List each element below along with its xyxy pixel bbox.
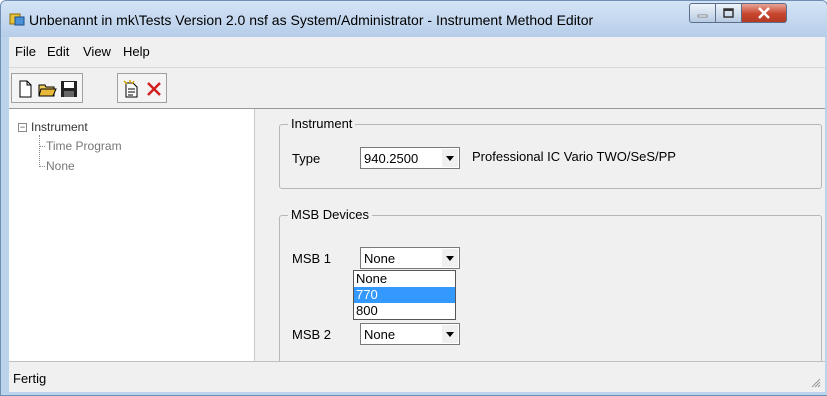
msb1-dropdown-list: None 770 800 [353,270,456,320]
method-tree: − Instrument Time Program None [9,109,255,362]
type-label: Type [292,151,321,166]
tree-connector [39,166,45,167]
chevron-down-icon[interactable] [442,249,458,267]
resize-grip-icon[interactable] [809,376,821,388]
msb2-select[interactable]: None [360,323,460,345]
msb2-label: MSB 2 [292,327,332,342]
instrument-group-title: Instrument [288,116,356,131]
save-icon[interactable] [59,79,79,99]
toolbar-group-edit [117,73,167,103]
minimize-icon [697,14,708,18]
tree-node-none[interactable]: None [46,159,75,173]
close-icon [758,7,770,19]
toolbar-group-file [11,73,83,103]
msb2-select-value: None [364,327,396,342]
settings-panel: Instrument Type 940.2500 Professional IC… [255,109,825,365]
maximize-icon [723,8,734,18]
msb1-select-value: None [364,251,396,266]
tree-connector [39,135,40,167]
toolbar [9,67,825,108]
app-icon [9,13,25,26]
title-bar[interactable]: Unbenannt in mk\Tests Version 2.0 nsf as… [1,1,827,37]
tree-connector [39,146,45,147]
collapse-icon[interactable]: − [18,123,27,132]
msb-group-title: MSB Devices [288,207,373,222]
menu-view[interactable]: View [83,44,111,59]
chevron-down-icon[interactable] [442,325,458,343]
dropdown-option-770[interactable]: 770 [354,287,455,303]
menu-bar: File Edit View Help [9,37,825,67]
dropdown-option-800[interactable]: 800 [354,303,455,319]
close-button[interactable] [741,3,787,23]
menu-edit[interactable]: Edit [47,44,69,59]
status-bar: Fertig [9,361,825,392]
app-window: Unbenannt in mk\Tests Version 2.0 nsf as… [0,0,827,396]
new-document-icon[interactable] [15,79,35,99]
window-title: Unbenannt in mk\Tests Version 2.0 nsf as… [29,12,594,28]
copy-document-icon[interactable] [121,79,141,99]
status-text: Fertig [13,371,47,386]
tree-node-instrument[interactable]: Instrument [31,120,88,134]
chevron-down-icon[interactable] [442,149,458,167]
menu-help[interactable]: Help [123,44,150,59]
tree-node-time-program[interactable]: Time Program [46,139,122,153]
menu-file[interactable]: File [15,44,36,59]
minimize-button[interactable] [689,3,716,23]
type-select-value: 940.2500 [364,151,419,166]
msb1-select[interactable]: None [360,247,460,269]
type-select[interactable]: 940.2500 [360,147,460,169]
delete-icon[interactable] [144,79,164,99]
open-folder-icon[interactable] [37,79,57,99]
maximize-button[interactable] [715,3,742,23]
msb1-label: MSB 1 [292,251,332,266]
type-description: Professional IC Vario TWO/SeS/PP [472,149,676,164]
dropdown-option-none[interactable]: None [354,271,455,287]
client-area: − Instrument Time Program None Instrumen… [9,108,825,365]
